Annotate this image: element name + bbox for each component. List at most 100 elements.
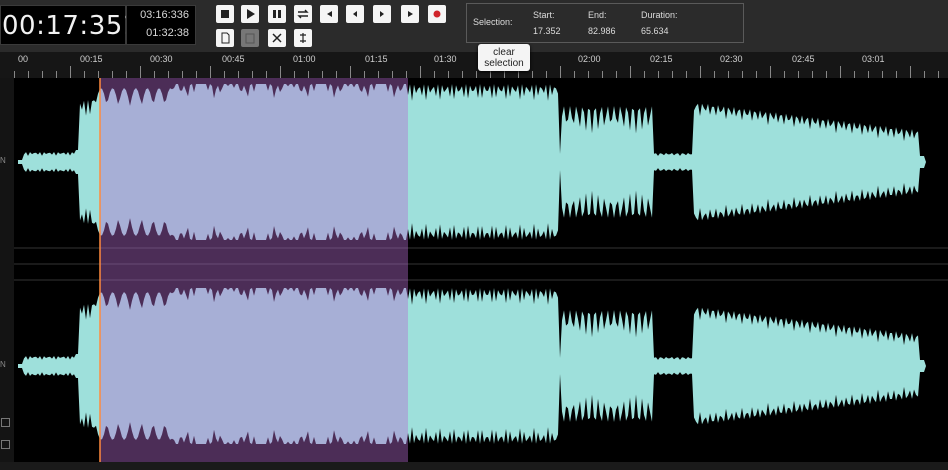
ruler-tick: [546, 71, 547, 78]
ruler-tick: [686, 71, 687, 78]
trim-button[interactable]: [294, 29, 312, 47]
duration-value: 65.634: [641, 26, 669, 36]
ruler-tick: [518, 71, 519, 78]
top-toolbar: 00:17:351 03:16:336 01:32:38 Selection: …: [0, 0, 948, 52]
ruler-tick: [84, 71, 85, 78]
ruler-tick: [280, 66, 281, 78]
ruler-tick: [378, 71, 379, 78]
ruler-tick: [840, 66, 841, 78]
ruler-tick: [364, 71, 365, 78]
lane-label-top: N: [0, 156, 6, 165]
waveform-view[interactable]: [14, 78, 948, 462]
rewind-button[interactable]: [320, 5, 338, 23]
ruler-tick-label: 02:30: [720, 54, 743, 64]
clear-selection-button[interactable]: clear selection: [478, 44, 530, 71]
copy-button[interactable]: [216, 29, 234, 47]
pause-icon: [273, 10, 281, 18]
play-button[interactable]: [241, 5, 259, 23]
loop-icon: [297, 9, 309, 19]
loop-button[interactable]: [294, 5, 312, 23]
ruler-tick: [392, 71, 393, 78]
fast-forward-button[interactable]: [401, 5, 419, 23]
time-info: 03:16:336 01:32:38: [126, 5, 196, 45]
end-value: 82.986: [588, 26, 616, 36]
pause-button[interactable]: [268, 5, 286, 23]
ruler-tick: [756, 71, 757, 78]
ruler-tick: [910, 66, 911, 78]
selection-panel: Selection: Start: 17.352 End: 82.986 Dur…: [466, 3, 744, 43]
ruler-tick-label: 02:15: [650, 54, 673, 64]
ruler-tick: [126, 71, 127, 78]
ruler-tick: [14, 71, 15, 78]
ruler-tick: [882, 71, 883, 78]
ruler-tick: [560, 66, 561, 78]
ruler-tick: [616, 71, 617, 78]
ruler-tick: [658, 71, 659, 78]
trim-icon: [300, 33, 306, 43]
skip-back-button[interactable]: [346, 5, 364, 23]
ruler-tick: [336, 71, 337, 78]
ruler-tick-label: 00:15: [80, 54, 103, 64]
cut-icon: [272, 33, 282, 43]
ruler-tick: [98, 71, 99, 78]
ruler-tick-label: 00: [18, 54, 29, 64]
total-time: 03:16:336: [140, 9, 189, 21]
ruler-tick: [714, 71, 715, 78]
ruler-tick: [504, 71, 505, 78]
ruler-tick: [420, 66, 421, 78]
ruler-tick: [112, 71, 113, 78]
mute-toggle[interactable]: [1, 418, 10, 427]
ruler-tick: [182, 71, 183, 78]
ruler-tick-label: 02:45: [792, 54, 815, 64]
selection-region[interactable]: [100, 78, 408, 462]
paste-icon: [245, 33, 255, 44]
skip-forward-button[interactable]: [373, 5, 391, 23]
ruler-tick: [532, 71, 533, 78]
ruler-tick-label: 00:30: [150, 54, 173, 64]
secondary-time: 01:32:38: [146, 27, 189, 39]
solo-toggle[interactable]: [1, 440, 10, 449]
play-icon: [247, 9, 255, 19]
ruler-tick: [630, 66, 631, 78]
ruler-tick: [770, 66, 771, 78]
ruler-tick: [854, 71, 855, 78]
ruler-tick: [672, 71, 673, 78]
record-icon: [433, 10, 441, 18]
fast-forward-icon: [408, 11, 413, 17]
ruler-tick: [154, 71, 155, 78]
ruler-tick-label: 00:45: [222, 54, 245, 64]
ruler-tick: [462, 71, 463, 78]
ruler-tick: [700, 66, 701, 78]
ruler-tick: [42, 71, 43, 78]
copy-icon: [221, 32, 230, 44]
horizontal-scrollbar[interactable]: [0, 462, 948, 470]
ruler-tick: [826, 71, 827, 78]
ruler-tick: [476, 71, 477, 78]
ruler-tick: [574, 71, 575, 78]
selection-heading: Selection:: [473, 17, 513, 27]
ruler-tick: [28, 71, 29, 78]
record-button[interactable]: [428, 5, 446, 23]
ruler-tick: [238, 71, 239, 78]
ruler-tick: [294, 71, 295, 78]
ruler-tick: [602, 71, 603, 78]
ruler-tick: [742, 71, 743, 78]
rewind-icon: [327, 11, 332, 17]
ruler-tick: [196, 71, 197, 78]
ruler-tick: [266, 71, 267, 78]
ruler-tick: [448, 71, 449, 78]
ruler-tick: [70, 66, 71, 78]
paste-button[interactable]: [241, 29, 259, 47]
ruler-tick: [210, 66, 211, 78]
timeline-ruler[interactable]: 0000:1500:3000:4501:0001:1501:3001:4502:…: [0, 52, 948, 78]
cut-button[interactable]: [268, 29, 286, 47]
ruler-tick: [938, 71, 939, 78]
ruler-tick: [224, 71, 225, 78]
ruler-tick: [252, 71, 253, 78]
ruler-tick: [798, 71, 799, 78]
skip-back-icon: [353, 11, 357, 17]
ruler-tick-label: 01:15: [365, 54, 388, 64]
end-label: End:: [588, 10, 607, 20]
stop-button[interactable]: [216, 5, 234, 23]
ruler-tick: [924, 71, 925, 78]
